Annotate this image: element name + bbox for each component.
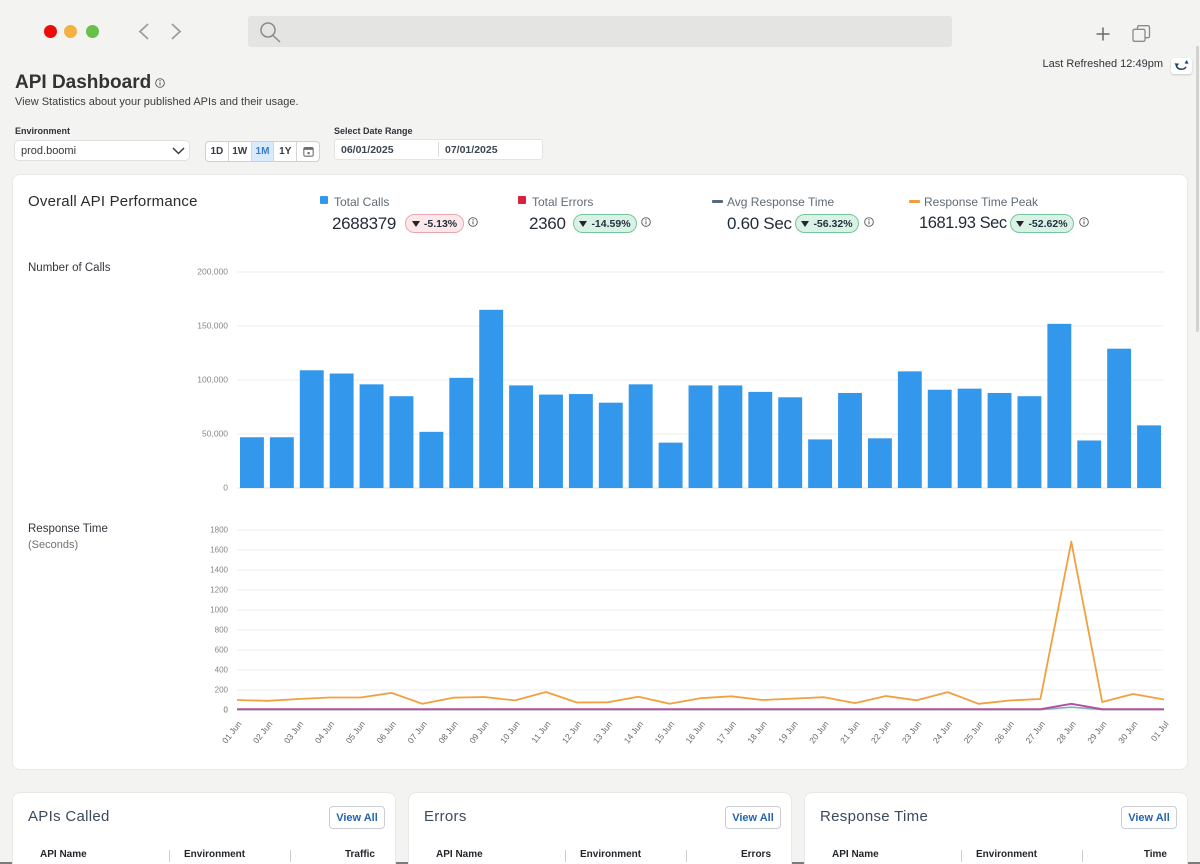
svg-text:01 Jun: 01 Jun xyxy=(220,719,244,745)
svg-text:13 Jun: 13 Jun xyxy=(591,719,615,745)
svg-text:50,000: 50,000 xyxy=(202,429,228,439)
svg-text:16 Jun: 16 Jun xyxy=(683,719,707,745)
svg-text:02 Jun: 02 Jun xyxy=(251,719,275,745)
svg-text:150,000: 150,000 xyxy=(197,321,228,331)
svg-text:22 Jun: 22 Jun xyxy=(869,719,893,745)
svg-text:04 Jun: 04 Jun xyxy=(313,719,337,745)
svg-text:1800: 1800 xyxy=(210,526,228,535)
svg-text:28 Jun: 28 Jun xyxy=(1054,719,1078,745)
svg-text:03 Jun: 03 Jun xyxy=(282,719,306,745)
svg-text:29 Jun: 29 Jun xyxy=(1085,719,1109,745)
svg-text:19 Jun: 19 Jun xyxy=(776,719,800,745)
svg-text:400: 400 xyxy=(215,666,229,675)
svg-text:01 Jul: 01 Jul xyxy=(1149,719,1171,743)
svg-text:20 Jun: 20 Jun xyxy=(807,719,831,745)
svg-text:17 Jun: 17 Jun xyxy=(714,719,738,745)
svg-text:21 Jun: 21 Jun xyxy=(838,719,862,745)
svg-text:27 Jun: 27 Jun xyxy=(1023,719,1047,745)
svg-text:25 Jun: 25 Jun xyxy=(962,719,986,745)
svg-text:30 Jun: 30 Jun xyxy=(1116,719,1140,745)
svg-text:200: 200 xyxy=(215,686,229,695)
svg-text:05 Jun: 05 Jun xyxy=(344,719,368,745)
svg-text:09 Jun: 09 Jun xyxy=(467,719,491,745)
svg-text:08 Jun: 08 Jun xyxy=(436,719,460,745)
svg-text:1200: 1200 xyxy=(210,586,228,595)
svg-text:1000: 1000 xyxy=(210,606,228,615)
svg-text:600: 600 xyxy=(215,646,229,655)
svg-text:26 Jun: 26 Jun xyxy=(992,719,1016,745)
svg-text:1600: 1600 xyxy=(210,546,228,555)
svg-text:11 Jun: 11 Jun xyxy=(529,719,552,745)
svg-text:15 Jun: 15 Jun xyxy=(653,719,677,745)
svg-text:18 Jun: 18 Jun xyxy=(745,719,769,745)
svg-text:800: 800 xyxy=(215,626,229,635)
svg-text:10 Jun: 10 Jun xyxy=(498,719,522,745)
svg-text:23 Jun: 23 Jun xyxy=(900,719,924,745)
svg-text:07 Jun: 07 Jun xyxy=(405,719,429,745)
svg-text:06 Jun: 06 Jun xyxy=(374,719,398,745)
svg-text:1400: 1400 xyxy=(210,566,228,575)
svg-text:0: 0 xyxy=(224,706,229,715)
svg-text:12 Jun: 12 Jun xyxy=(560,719,584,745)
svg-text:100,000: 100,000 xyxy=(197,375,228,385)
svg-text:0: 0 xyxy=(223,483,228,493)
svg-text:14 Jun: 14 Jun xyxy=(622,719,646,745)
svg-text:200,000: 200,000 xyxy=(197,267,228,277)
svg-text:24 Jun: 24 Jun xyxy=(931,719,955,745)
